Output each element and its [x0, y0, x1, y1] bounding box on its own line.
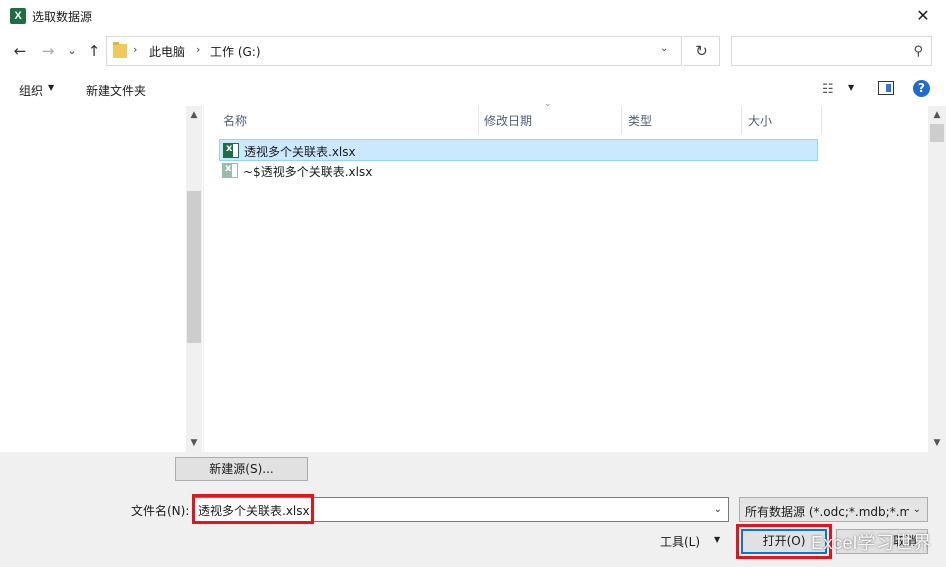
organize-button[interactable]: 组织 [19, 82, 43, 99]
help-icon[interactable]: ? [913, 80, 930, 97]
refresh-button[interactable]: ↻ [684, 36, 720, 66]
annotation-highlight-box [192, 494, 314, 524]
scrollbar-thumb[interactable] [930, 124, 944, 142]
file-row[interactable]: ~$透视多个关联表.xlsx [219, 160, 818, 182]
back-icon[interactable]: ← [10, 41, 30, 61]
file-list-scrollbar[interactable] [928, 106, 946, 452]
watermark: Excel学习世界 [811, 533, 932, 553]
recent-locations-icon[interactable]: ⌄ [62, 41, 82, 61]
window-title: 选取数据源 [32, 10, 93, 24]
scroll-up-icon[interactable]: ▲ [186, 106, 202, 124]
excel-file-icon [222, 163, 238, 178]
scrollbar-thumb[interactable] [187, 191, 201, 343]
command-bar: 组织 ▼ 新建文件夹 ☷ ▼ ? [0, 74, 946, 104]
up-icon[interactable]: ↑ [84, 41, 104, 61]
column-divider[interactable] [478, 106, 479, 134]
excel-icon: X [10, 8, 26, 24]
forward-icon[interactable]: → [38, 41, 58, 61]
column-divider[interactable] [621, 106, 622, 134]
file-type-filter[interactable]: 所有数据源 (*.odc;*.mdb;*.md ⌄ [739, 497, 928, 522]
scroll-down-icon[interactable]: ▼ [186, 434, 202, 452]
column-header-size[interactable]: 大小 [748, 112, 772, 129]
chevron-down-icon[interactable]: ▼ [48, 83, 54, 92]
view-options-icon[interactable]: ☷ [822, 82, 834, 97]
filename-label: 文件名(N): [131, 504, 190, 518]
new-source-button[interactable]: 新建源(S)... [175, 457, 308, 481]
file-name: ~$透视多个关联表.xlsx [243, 165, 373, 179]
close-button[interactable]: ✕ [900, 0, 946, 32]
breadcrumb-drive-g[interactable]: 工作 (G:) [210, 43, 261, 60]
preview-pane-icon[interactable] [878, 81, 894, 95]
breadcrumb-separator: › [196, 43, 201, 56]
breadcrumb-separator: › [133, 43, 138, 56]
excel-file-icon [223, 143, 239, 158]
navigation-pane[interactable] [0, 106, 202, 452]
chevron-down-icon[interactable]: ▼ [714, 535, 720, 544]
scroll-down-icon[interactable]: ▼ [928, 434, 946, 452]
column-divider[interactable] [741, 106, 742, 134]
file-name: 透视多个关联表.xlsx [244, 145, 356, 159]
file-row-selected[interactable]: 透视多个关联表.xlsx [219, 139, 818, 161]
address-bar[interactable]: › 此电脑 › 工作 (G:) ⌄ [106, 36, 682, 66]
column-divider[interactable] [821, 106, 822, 134]
chevron-down-icon[interactable]: ⌄ [913, 504, 921, 515]
sort-indicator-icon: ⌄ [544, 99, 552, 109]
chevron-down-icon[interactable]: ⌄ [714, 504, 722, 515]
chevron-down-icon[interactable]: ⌄ [660, 43, 668, 54]
title-bar: X 选取数据源 ✕ [0, 0, 946, 32]
scroll-up-icon[interactable]: ▲ [928, 106, 946, 124]
column-header-name[interactable]: 名称 [223, 112, 247, 129]
column-header-type[interactable]: 类型 [628, 112, 652, 129]
new-folder-button[interactable]: 新建文件夹 [86, 82, 146, 99]
search-input[interactable]: ⚲ [731, 36, 932, 66]
breadcrumb-this-pc[interactable]: 此电脑 [149, 43, 185, 60]
column-header-date-modified[interactable]: 修改日期 [484, 112, 532, 129]
file-type-filter-value: 所有数据源 (*.odc;*.mdb;*.md [745, 505, 909, 519]
folder-icon [113, 42, 127, 58]
tools-button[interactable]: 工具(L) [660, 533, 700, 550]
search-icon: ⚲ [913, 44, 923, 59]
chevron-down-icon[interactable]: ▼ [848, 83, 854, 92]
